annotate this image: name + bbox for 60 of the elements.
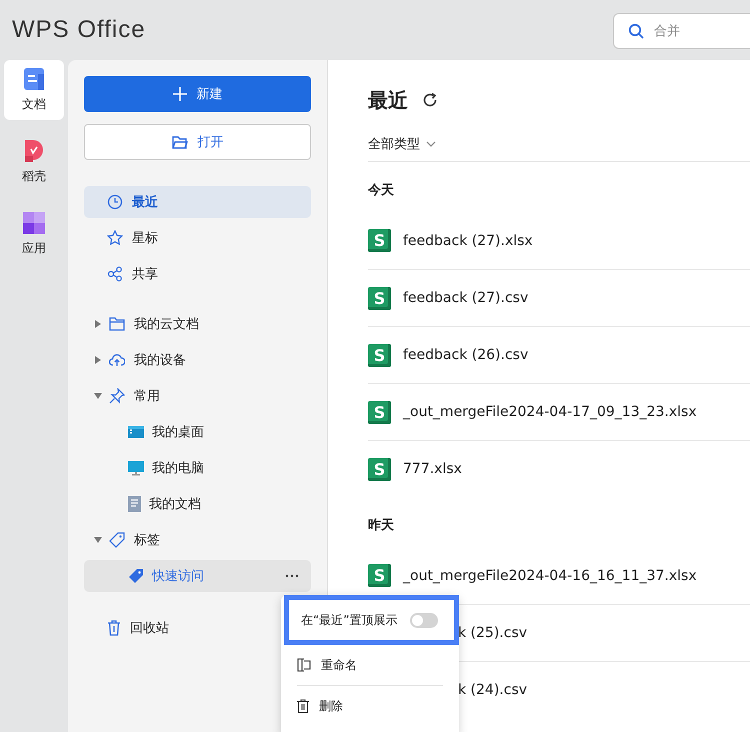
rename-icon: [297, 658, 311, 672]
section-heading: 今天: [368, 182, 395, 200]
trash-icon: [297, 699, 309, 713]
menu-item[interactable]: 在“最近”置顶展示: [284, 595, 459, 645]
star-icon: [107, 230, 123, 246]
nav-item[interactable]: 星标: [84, 222, 311, 254]
plus-icon: [172, 87, 186, 101]
section-heading: 昨天: [368, 517, 395, 535]
app-logo: WPS Office: [12, 16, 146, 44]
document-icon: [128, 496, 141, 512]
trash-icon: [107, 620, 121, 636]
tree-item[interactable]: 我的文档: [84, 488, 311, 520]
new-button[interactable]: 新建: [84, 76, 311, 112]
clock-icon: [107, 194, 123, 210]
trash-item[interactable]: 回收站: [84, 612, 177, 644]
tag-icon: [128, 568, 144, 584]
type-filter-dropdown[interactable]: 全部类型: [368, 135, 750, 162]
document-icon: [24, 68, 44, 90]
spreadsheet-icon: S: [368, 400, 391, 424]
tree-item[interactable]: 标签: [84, 524, 311, 556]
folder-icon: [109, 317, 125, 331]
tree-item[interactable]: 我的云文档: [84, 308, 311, 340]
search-field[interactable]: 合并: [613, 13, 750, 49]
desktop-icon: [128, 426, 144, 438]
spreadsheet-icon: S: [368, 564, 391, 587]
file-row[interactable]: S 777.xlsx: [368, 440, 750, 497]
tree-item[interactable]: 我的桌面: [84, 416, 311, 448]
spreadsheet-icon: S: [368, 286, 391, 310]
tree-item[interactable]: 我的电脑: [84, 452, 311, 484]
tree-item[interactable]: 快速访问: [84, 560, 311, 592]
cloud-upload-icon: [109, 353, 125, 367]
tag-icon: [109, 532, 125, 548]
more-icon[interactable]: [285, 574, 299, 578]
d-logo-icon: [24, 140, 44, 162]
apps-grid-icon: [23, 212, 45, 234]
toggle-switch[interactable]: [410, 612, 438, 628]
nav-item[interactable]: 最近: [84, 186, 311, 218]
tree-item[interactable]: 常用: [84, 380, 311, 412]
open-button[interactable]: 打开: [84, 124, 311, 160]
spreadsheet-icon: S: [368, 458, 391, 480]
pin-icon: [109, 388, 125, 404]
nav-item[interactable]: 共享: [84, 258, 311, 290]
page-title: 最近: [368, 86, 408, 114]
tree-item[interactable]: 我的设备: [84, 344, 311, 376]
file-row[interactable]: S _out_mergeFile2024-04-17_09_13_23.xlsx: [368, 383, 750, 440]
file-row[interactable]: S feedback (26).csv: [368, 326, 750, 383]
refresh-icon[interactable]: [422, 92, 438, 108]
rail-tab[interactable]: 应用: [4, 204, 64, 264]
file-row[interactable]: S feedback (27).xlsx: [368, 212, 750, 269]
chevron-down-icon: [426, 141, 436, 147]
rail-tab[interactable]: 稻壳: [4, 132, 64, 192]
search-icon: [628, 23, 644, 39]
monitor-icon: [128, 460, 144, 476]
spreadsheet-icon: S: [368, 229, 391, 252]
spreadsheet-icon: S: [368, 344, 391, 366]
folder-icon: [172, 135, 188, 149]
share-icon: [107, 266, 123, 282]
search-input[interactable]: 合并: [652, 22, 746, 40]
rail-tab[interactable]: 文档: [4, 60, 64, 120]
file-row[interactable]: S feedback (27).csv: [368, 269, 750, 326]
